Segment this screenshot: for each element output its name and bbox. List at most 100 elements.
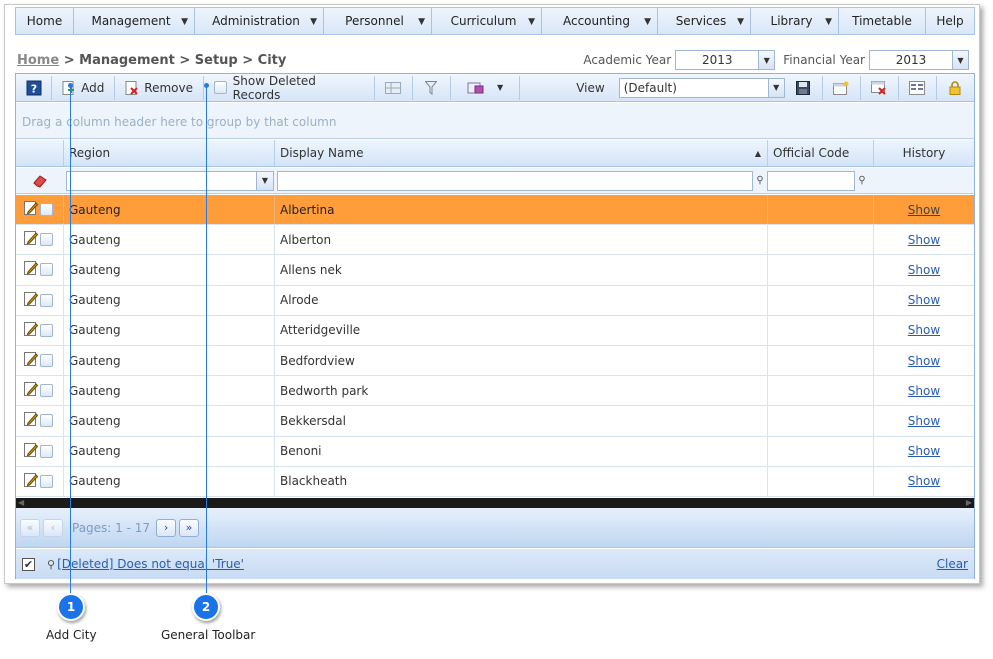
show-history-link[interactable]: Show — [908, 414, 940, 428]
lock-icon[interactable] — [937, 74, 974, 101]
chevron-down-icon[interactable]: ▼ — [256, 171, 273, 190]
first-page-button[interactable]: « — [20, 518, 40, 537]
row-select-checkbox[interactable] — [40, 233, 53, 247]
menu-help[interactable]: Help — [926, 8, 974, 34]
delete-view-icon[interactable] — [861, 74, 898, 101]
scroll-left-icon[interactable]: ◀ — [18, 498, 24, 507]
filter-enabled-checkbox[interactable]: ✔ — [22, 557, 35, 571]
filter-icon[interactable] — [413, 74, 450, 101]
row-select-checkbox[interactable] — [40, 354, 53, 368]
show-deleted-checkbox[interactable] — [213, 81, 227, 94]
financial-year-value: 2013 — [895, 53, 927, 67]
horizontal-scrollbar[interactable]: ◀ ▶ — [16, 498, 974, 508]
table-row[interactable]: Gauteng Albertina Show — [16, 195, 974, 226]
group-panel-icon[interactable] — [375, 74, 412, 101]
show-history-link[interactable]: Show — [908, 323, 940, 337]
menu-home[interactable]: Home — [16, 8, 74, 34]
edit-icon[interactable] — [24, 442, 39, 460]
show-history-link[interactable]: Show — [908, 233, 940, 247]
row-select-checkbox[interactable] — [40, 323, 53, 337]
table-row[interactable]: Gauteng Alrode Show — [16, 285, 974, 316]
table-row[interactable]: Gauteng Bedfordview Show — [16, 345, 974, 377]
table-row[interactable]: Gauteng Bedworth park Show — [16, 376, 974, 407]
table-row[interactable]: Gauteng Bekkersdal Show — [16, 406, 974, 437]
financial-year-select[interactable]: 2013 ▼ — [869, 50, 969, 70]
table-row[interactable]: Gauteng Atteridgeville Show — [16, 315, 974, 346]
academic-year-select[interactable]: 2013 ▼ — [675, 50, 776, 70]
chevron-down-icon[interactable]: ▼ — [767, 78, 784, 97]
chevron-down-icon[interactable]: ▼ — [952, 51, 968, 69]
row-select-checkbox[interactable] — [40, 414, 53, 428]
export-menu[interactable]: ▼ — [451, 74, 519, 101]
table-row[interactable]: Gauteng Alberton Show — [16, 225, 974, 256]
edit-icon[interactable] — [24, 352, 39, 369]
edit-icon[interactable] — [24, 201, 39, 218]
show-history-link[interactable]: Show — [908, 474, 940, 488]
edit-icon[interactable] — [24, 382, 39, 399]
edit-icon[interactable] — [24, 231, 39, 248]
edit-icon[interactable] — [24, 321, 39, 339]
remove-icon — [125, 80, 139, 95]
header-history[interactable]: History — [874, 140, 974, 166]
row-select-checkbox[interactable] — [40, 444, 53, 458]
header-region[interactable]: Region — [64, 140, 275, 166]
menu-management[interactable]: Management ▼ — [74, 8, 195, 34]
view-select[interactable]: (Default) ▼ — [618, 77, 785, 98]
table-row[interactable]: Gauteng Benoni Show — [16, 436, 974, 467]
row-select-checkbox[interactable] — [40, 474, 53, 488]
filter-expression-link[interactable]: [Deleted] Does not equal 'True' — [57, 557, 244, 571]
official-code-filter-input[interactable] — [767, 170, 855, 191]
table-row[interactable]: Gauteng Blackheath Show — [16, 466, 974, 497]
header-official-code[interactable]: Official Code — [768, 140, 874, 166]
clear-filter-link[interactable]: Clear — [937, 557, 968, 571]
previous-page-button[interactable]: ‹ — [43, 518, 63, 537]
show-history-link[interactable]: Show — [908, 293, 940, 307]
new-view-icon[interactable] — [823, 74, 860, 101]
callout-line-2 — [206, 86, 207, 594]
edit-icon[interactable] — [24, 412, 39, 429]
menu-accounting[interactable]: Accounting ▼ — [542, 8, 658, 34]
chevron-down-icon[interactable]: ▼ — [758, 51, 775, 69]
column-chooser-icon[interactable] — [899, 74, 936, 101]
breadcrumb-home-link[interactable]: Home — [17, 53, 59, 68]
show-history-link[interactable]: Show — [908, 384, 940, 398]
menu-curriculum[interactable]: Curriculum ▼ — [432, 8, 542, 34]
row-select-checkbox[interactable] — [40, 293, 53, 307]
show-deleted-toggle[interactable]: Show Deleted Records — [204, 74, 374, 102]
add-button[interactable]: Add — [52, 74, 114, 101]
menu-administration[interactable]: Administration ▼ — [195, 8, 324, 34]
next-page-button[interactable]: › — [156, 518, 177, 537]
filter-status-bar: ✔ ⚲ [Deleted] Does not equal 'True' Clea… — [16, 549, 974, 579]
help-icon[interactable]: ? — [16, 74, 51, 101]
region-filter-select[interactable]: ▼ — [66, 170, 274, 191]
chevron-down-icon: ▼ — [497, 83, 504, 92]
show-history-link[interactable]: Show — [908, 354, 940, 368]
remove-button[interactable]: Remove — [115, 74, 203, 101]
menu-services[interactable]: Services ▼ — [658, 8, 751, 34]
save-view-icon[interactable] — [785, 74, 822, 101]
scroll-right-icon[interactable]: ▶ — [966, 498, 972, 507]
last-page-button[interactable]: » — [179, 518, 200, 537]
display-name-filter-input[interactable] — [277, 170, 753, 191]
menu-timetable[interactable]: Timetable — [839, 8, 926, 34]
group-by-panel[interactable]: Drag a column header here to group by th… — [16, 103, 974, 139]
show-history-link[interactable]: Show — [908, 263, 940, 277]
show-history-link[interactable]: Show — [908, 203, 940, 217]
menu-timetable-label: Timetable — [852, 14, 912, 28]
edit-icon[interactable] — [24, 472, 39, 490]
filter-options-icon[interactable]: ⚲ — [753, 175, 767, 186]
clear-filter-icon[interactable] — [16, 174, 64, 188]
edit-icon[interactable] — [24, 291, 39, 309]
menu-personnel[interactable]: Personnel ▼ — [324, 8, 432, 34]
row-select-checkbox[interactable] — [40, 384, 53, 398]
row-select-checkbox[interactable] — [40, 203, 53, 217]
menu-library[interactable]: Library ▼ — [751, 8, 839, 34]
filter-options-icon[interactable]: ⚲ — [855, 175, 869, 186]
show-history-link[interactable]: Show — [908, 444, 940, 458]
header-display-name[interactable]: Display Name ▲ — [275, 140, 768, 166]
edit-icon[interactable] — [24, 261, 39, 278]
menu-services-label: Services — [675, 14, 727, 28]
region-cell: Gauteng — [64, 345, 275, 376]
table-row[interactable]: Gauteng Allens nek Show — [16, 255, 974, 286]
row-select-checkbox[interactable] — [40, 263, 53, 277]
